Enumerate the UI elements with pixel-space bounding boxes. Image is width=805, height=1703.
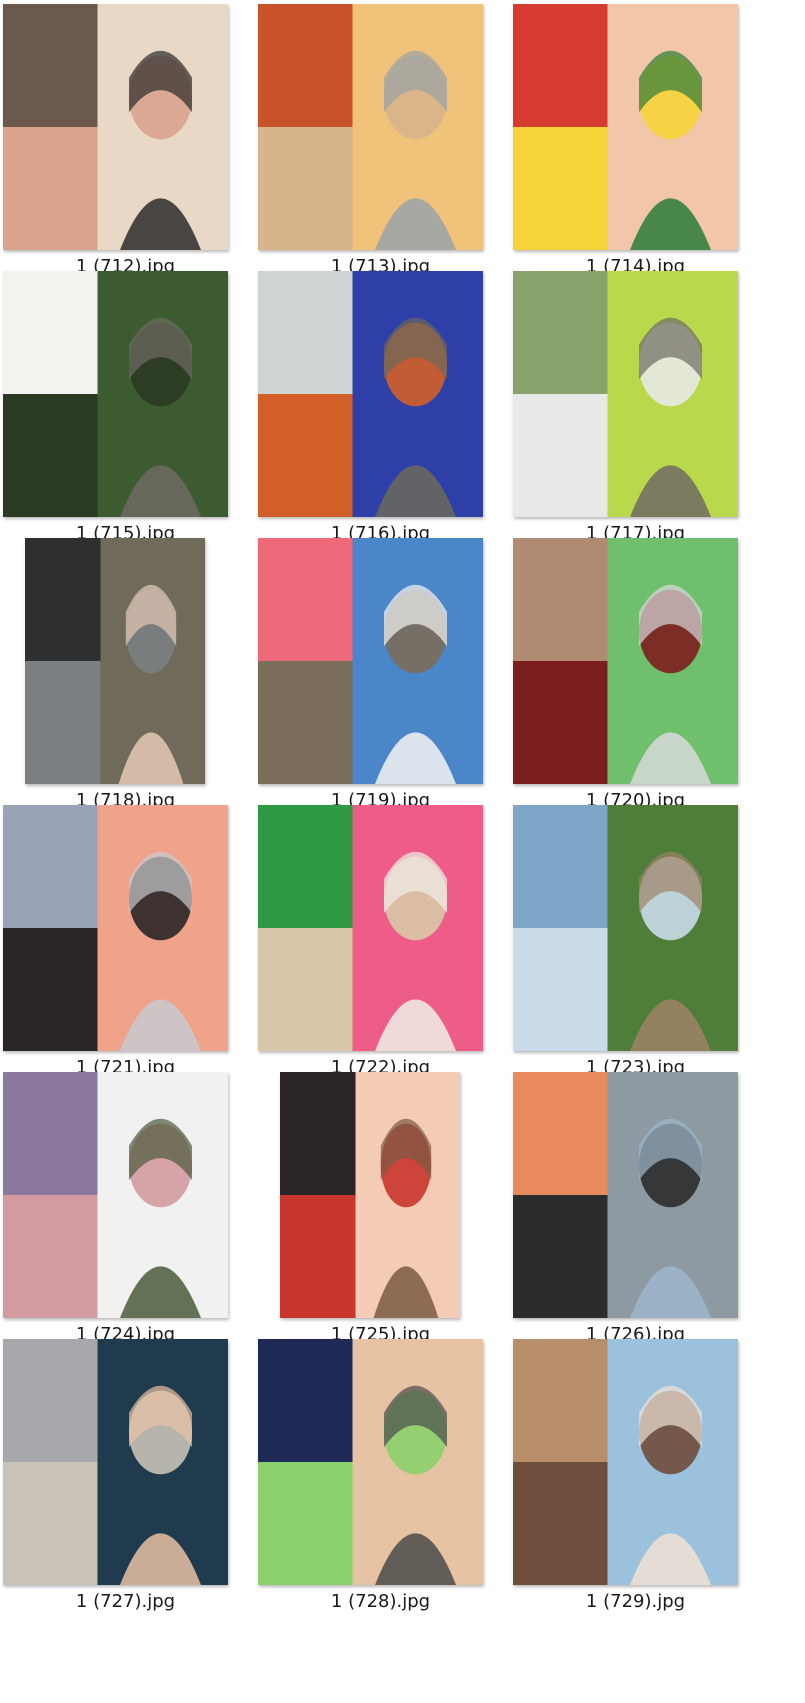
file-item[interactable]: 1 (720).jpg (513, 534, 758, 811)
file-item[interactable]: 1 (727).jpg (3, 1335, 248, 1612)
image-thumbnail-icon[interactable] (258, 805, 483, 1051)
image-thumbnail-icon[interactable] (513, 538, 738, 784)
image-thumbnail-icon[interactable] (25, 538, 205, 784)
file-item[interactable]: 1 (713).jpg (258, 0, 503, 277)
image-thumbnail-icon[interactable] (3, 271, 228, 517)
file-item[interactable]: 1 (723).jpg (513, 801, 758, 1078)
image-thumbnail-icon[interactable] (258, 4, 483, 250)
file-item[interactable]: 1 (714).jpg (513, 0, 758, 277)
file-item[interactable]: 1 (716).jpg (258, 267, 503, 544)
file-item[interactable]: 1 (718).jpg (3, 534, 248, 811)
image-thumbnail-icon[interactable] (280, 1072, 460, 1318)
image-thumbnail-icon[interactable] (3, 1072, 228, 1318)
image-thumbnail-icon[interactable] (258, 1339, 483, 1585)
file-name-label[interactable]: 1 (729).jpg (513, 1591, 758, 1612)
file-item[interactable]: 1 (712).jpg (3, 0, 248, 277)
file-item[interactable]: 1 (717).jpg (513, 267, 758, 544)
image-thumbnail-icon[interactable] (513, 271, 738, 517)
image-thumbnail-icon[interactable] (513, 4, 738, 250)
file-item[interactable]: 1 (715).jpg (3, 267, 248, 544)
file-item[interactable]: 1 (722).jpg (258, 801, 503, 1078)
image-thumbnail-icon[interactable] (513, 1072, 738, 1318)
image-thumbnail-icon[interactable] (3, 1339, 228, 1585)
image-thumbnail-icon[interactable] (3, 805, 228, 1051)
image-thumbnail-icon[interactable] (258, 271, 483, 517)
image-thumbnail-icon[interactable] (513, 1339, 738, 1585)
image-thumbnail-icon[interactable] (513, 805, 738, 1051)
file-item[interactable]: 1 (729).jpg (513, 1335, 758, 1612)
file-name-label[interactable]: 1 (728).jpg (258, 1591, 503, 1612)
file-item[interactable]: 1 (719).jpg (258, 534, 503, 811)
file-item[interactable]: 1 (726).jpg (513, 1068, 758, 1345)
file-item[interactable]: 1 (724).jpg (3, 1068, 248, 1345)
image-thumbnail-icon[interactable] (258, 538, 483, 784)
file-item[interactable]: 1 (721).jpg (3, 801, 248, 1078)
file-item[interactable]: 1 (728).jpg (258, 1335, 503, 1612)
file-item[interactable]: 1 (725).jpg (258, 1068, 503, 1345)
image-thumbnail-icon[interactable] (3, 4, 228, 250)
file-grid: 1 (712).jpg 1 (713).jpg 1 (714).jpg 1 (715)… (0, 0, 805, 1703)
file-name-label[interactable]: 1 (727).jpg (3, 1591, 248, 1612)
